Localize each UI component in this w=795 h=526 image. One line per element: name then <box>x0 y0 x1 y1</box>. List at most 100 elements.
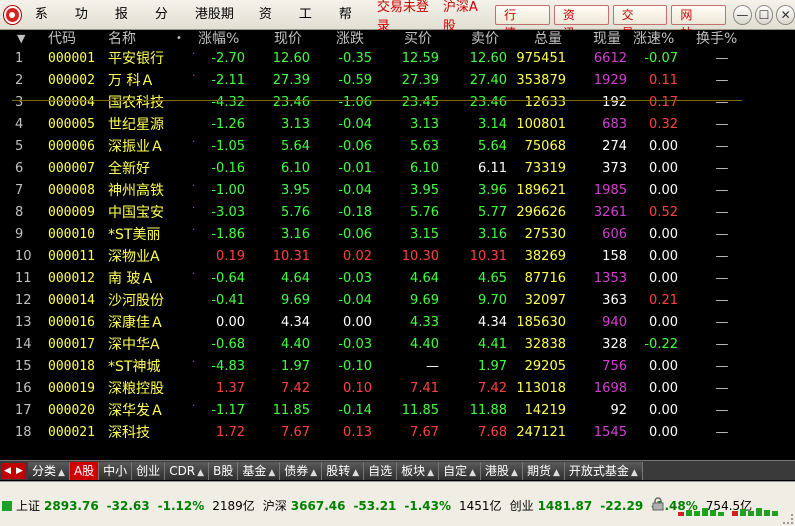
stock-code: 000006 <box>48 139 95 154</box>
header-speed[interactable]: 涨速% <box>633 30 674 48</box>
tab-dropdown-arrow-icon[interactable]: ▲ <box>58 468 65 478</box>
tab-11[interactable]: 自定 ▲ <box>439 461 482 480</box>
table-row[interactable]: 4 000005 世纪星源 -1.26 3.13 -0.04 3.13 3.14 100801 6… <box>0 114 795 136</box>
connection-led-icon <box>2 501 12 511</box>
header-name[interactable]: 名称 <box>108 30 136 48</box>
menu-system[interactable]: 系统 <box>27 0 67 52</box>
table-header: ▼ 代码 名称 • 涨幅% 现价 涨跌 买价 卖价 总量 现量 涨速% 换手% <box>0 30 795 48</box>
change: -0.04 <box>338 183 372 198</box>
bid-price: 3.13 <box>410 117 439 132</box>
header-turnover[interactable]: 换手% <box>696 30 737 48</box>
table-row[interactable]: 18 000021 深科技 1.72 7.67 0.13 7.67 7.68 247121 154… <box>0 422 795 444</box>
menu-function[interactable]: 功能 <box>67 0 107 52</box>
tab-scroll-right-icon[interactable]: ▶ <box>14 462 25 479</box>
header-bid[interactable]: 买价 <box>404 30 432 48</box>
total-volume: 975451 <box>516 51 566 66</box>
tab-0[interactable]: 分类 ▲ <box>28 461 70 480</box>
table-row[interactable]: 7 000008 神州高铁 · -1.00 3.95 -0.04 3.95 3.96 189621… <box>0 180 795 202</box>
tab-dropdown-arrow-icon[interactable]: ▲ <box>511 468 518 478</box>
resize-grip-icon[interactable] <box>783 514 793 524</box>
tab-4[interactable]: CDR ▲ <box>165 461 210 480</box>
menu-quote[interactable]: 报价 <box>107 0 147 52</box>
menu-help[interactable]: 帮助 <box>331 0 371 52</box>
table-row[interactable]: 10 000011 深物业A 0.19 10.31 0.02 10.30 10.31 38269… <box>0 246 795 268</box>
price: 7.67 <box>281 425 310 440</box>
table-row[interactable]: 15 000018 *ST神城 · -4.83 1.97 -0.10—1.97 29205 75… <box>0 356 795 378</box>
tab-14[interactable]: 开放式基金 ▲ <box>564 461 643 480</box>
menu-tools[interactable]: 工具 <box>291 0 331 52</box>
tab-3[interactable]: 创业 <box>132 461 166 480</box>
restore-icon[interactable]: ☐ <box>754 4 774 25</box>
menu-hk-futures[interactable]: 港股期货 <box>187 0 251 52</box>
ask-price: 5.77 <box>478 205 507 220</box>
header-price[interactable]: 现价 <box>274 30 302 48</box>
table-row[interactable]: 13 000016 深康佳Ａ 0.00 4.34 0.00 4.33 4.34 185630 94… <box>0 312 795 334</box>
price: 12.60 <box>272 51 310 66</box>
tab-7[interactable]: 债券 ▲ <box>280 461 323 480</box>
table-row[interactable]: 11 000012 南 玻Ａ · -0.64 4.64 -0.03 4.64 4.65 87716… <box>0 268 795 290</box>
tab-dropdown-arrow-icon[interactable]: ▲ <box>631 468 638 478</box>
table-row[interactable]: 17 000020 深华发Ａ · -1.17 11.85 -0.14 11.85 11.88 14… <box>0 400 795 422</box>
ask-price: 27.40 <box>469 73 507 88</box>
table-row[interactable]: 3 000004 国农科技 -4.32 23.46 -1.06 23.45 23.46 1263… <box>0 92 795 114</box>
sort-arrow-icon[interactable]: ▼ <box>17 30 25 48</box>
tab-10[interactable]: 板块 ▲ <box>397 461 440 480</box>
tab-dropdown-arrow-icon[interactable]: ▲ <box>469 468 476 478</box>
table-row[interactable]: 14 000017 深中华A -0.68 4.40 -0.03 4.40 4.41 32838 3… <box>0 334 795 356</box>
tab-6[interactable]: 基金 ▲ <box>238 461 281 480</box>
tab-dropdown-arrow-icon[interactable]: ▲ <box>268 468 275 478</box>
current-volume: 1929 <box>593 73 627 88</box>
tab-2[interactable]: 中小 <box>99 461 133 480</box>
current-volume: 274 <box>602 139 627 154</box>
turnover: — <box>715 205 729 220</box>
table-row[interactable]: 5 000006 深振业Ａ · -1.05 5.64 -0.06 5.63 5.64 75068 2… <box>0 136 795 158</box>
header-change[interactable]: 涨跌 <box>336 30 364 48</box>
header-ask[interactable]: 卖价 <box>471 30 499 48</box>
table-row[interactable]: 16 000019 深粮控股 1.37 7.42 0.10 7.41 7.42 113018 16… <box>0 378 795 400</box>
tab-5[interactable]: B股 <box>209 461 239 480</box>
trade-button[interactable]: 交 易 <box>612 4 668 40</box>
change-speed: 0.00 <box>649 249 678 264</box>
tab-scroll-left-icon[interactable]: ◀ <box>2 462 13 479</box>
menu-analysis[interactable]: 分析 <box>147 0 187 52</box>
tab-8[interactable]: 股转 ▲ <box>322 461 365 480</box>
stock-name: 沙河股份 <box>108 293 164 309</box>
table-row[interactable]: 6 000007 全新好 -0.16 6.10 -0.01 6.10 6.11 73319 373… <box>0 158 795 180</box>
tab-label: 自选 <box>368 463 393 478</box>
turnover: — <box>715 73 729 88</box>
header-change-pct[interactable]: 涨幅% <box>198 30 239 48</box>
menu-news[interactable]: 资讯 <box>251 0 291 52</box>
ask-price: 11.88 <box>469 403 507 418</box>
tab-dropdown-arrow-icon[interactable]: ▲ <box>310 468 317 478</box>
tab-dropdown-arrow-icon[interactable]: ▲ <box>427 468 434 478</box>
tab-1[interactable]: A股 <box>69 461 100 480</box>
website-button[interactable]: 网 站 <box>671 4 727 40</box>
index-name[interactable]: 沪深 <box>263 496 287 516</box>
tab-dropdown-arrow-icon[interactable]: ▲ <box>197 468 204 478</box>
current-volume: 3261 <box>593 205 627 220</box>
tab-dropdown-arrow-icon[interactable]: ▲ <box>352 468 359 478</box>
header-code[interactable]: 代码 <box>48 30 76 48</box>
tab-12[interactable]: 港股 ▲ <box>481 461 523 480</box>
minimize-icon[interactable]: — <box>733 4 752 25</box>
table-row[interactable]: 2 000002 万 科Ａ · -2.11 27.39 -0.59 27.39 27.40 353… <box>0 70 795 92</box>
tab-dropdown-arrow-icon[interactable]: ▲ <box>553 468 560 478</box>
trade-login-status[interactable]: 交易未登录 <box>377 0 437 34</box>
header-volume[interactable]: 总量 <box>534 30 562 48</box>
lock-icon[interactable] <box>652 497 664 511</box>
tab-9[interactable]: 自选 <box>364 461 398 480</box>
index-name[interactable]: 创业 <box>510 496 534 516</box>
index-name[interactable]: 上证 <box>16 496 40 516</box>
close-icon[interactable]: ✕ <box>776 4 795 25</box>
table-row[interactable]: 8 000009 中国宝安 · -3.03 5.76 -0.18 5.76 5.77 296626… <box>0 202 795 224</box>
table-row[interactable]: 9 000010 *ST美丽 · -1.86 3.16 -0.06 3.15 3.16 27530… <box>0 224 795 246</box>
total-volume: 247121 <box>516 425 566 440</box>
app-logo-icon[interactable] <box>4 5 21 24</box>
table-row[interactable]: 12 000014 沙河股份 -0.41 9.69 -0.04 9.69 9.70 32097 3… <box>0 290 795 312</box>
tab-13[interactable]: 期货 ▲ <box>522 461 565 480</box>
news-button[interactable]: 资 讯 <box>553 4 609 40</box>
quote-button[interactable]: 行 情 <box>495 4 550 40</box>
market-link[interactable]: 沪深A股 <box>443 0 487 34</box>
header-current-vol[interactable]: 现量 <box>593 30 621 48</box>
table-row[interactable]: 1 000001 平安银行 · -2.70 12.60 -0.35 12.59 12.60 975… <box>0 48 795 70</box>
